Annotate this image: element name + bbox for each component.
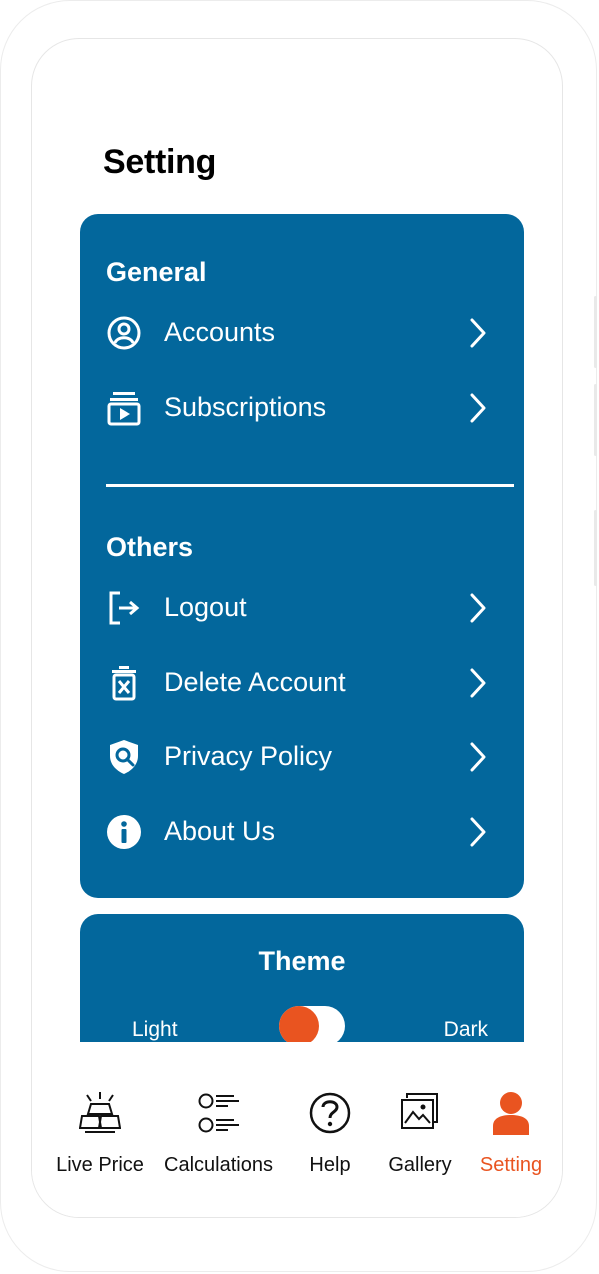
section-divider bbox=[106, 484, 514, 487]
user-circle-icon bbox=[107, 316, 141, 350]
settings-row-label: Delete Account bbox=[164, 667, 346, 697]
nav-item-live-price[interactable]: Live Price bbox=[55, 1042, 145, 1176]
trash-icon bbox=[112, 666, 136, 701]
nav-item-label: Help bbox=[309, 1154, 351, 1176]
list-icon bbox=[198, 1093, 239, 1133]
chevron-right-icon bbox=[470, 393, 486, 423]
settings-row-label: Logout bbox=[164, 592, 247, 622]
settings-row-logout[interactable]: Logout bbox=[106, 584, 498, 632]
chevron-right-icon bbox=[470, 668, 486, 698]
nav-item-calculations[interactable]: Calculations bbox=[164, 1042, 273, 1176]
chevron-right-icon bbox=[470, 593, 486, 623]
nav-item-help[interactable]: Help bbox=[300, 1042, 360, 1176]
theme-dark-label: Dark bbox=[443, 1018, 488, 1041]
settings-row-privacy-policy[interactable]: Privacy Policy bbox=[106, 733, 498, 781]
nav-item-gallery[interactable]: Gallery bbox=[388, 1042, 452, 1176]
chevron-right-icon bbox=[470, 817, 486, 847]
gallery-icon bbox=[401, 1093, 438, 1129]
settings-card: General Accounts Subscriptions Others Lo… bbox=[80, 214, 524, 898]
theme-light-label: Light bbox=[132, 1018, 178, 1041]
nav-item-label: Live Price bbox=[56, 1154, 144, 1176]
settings-row-label: Privacy Policy bbox=[164, 741, 333, 771]
subscriptions-icon bbox=[107, 392, 141, 426]
device-side-button bbox=[594, 384, 597, 456]
logout-icon bbox=[109, 591, 140, 625]
chevron-right-icon bbox=[470, 318, 486, 348]
settings-row-delete-account[interactable]: Delete Account bbox=[106, 659, 498, 707]
chevron-right-icon bbox=[470, 742, 486, 772]
info-icon bbox=[107, 815, 141, 849]
settings-row-label: Accounts bbox=[164, 317, 276, 347]
section-title-general: General bbox=[106, 257, 207, 287]
nav-item-label: Calculations bbox=[164, 1154, 273, 1176]
device-side-button bbox=[594, 510, 597, 586]
settings-row-label: Subscriptions bbox=[164, 392, 327, 422]
theme-title: Theme bbox=[258, 946, 346, 976]
person-icon bbox=[493, 1092, 529, 1135]
nav-item-label: Gallery bbox=[388, 1154, 452, 1176]
settings-row-accounts[interactable]: Accounts bbox=[106, 309, 498, 357]
nav-item-setting[interactable]: Setting bbox=[480, 1042, 542, 1176]
settings-row-label: About Us bbox=[164, 816, 276, 846]
nav-item-label: Setting bbox=[479, 1154, 543, 1176]
section-title-others: Others bbox=[106, 532, 194, 562]
bottom-nav: Live Price Calculations Help Gallery Set… bbox=[32, 1042, 562, 1217]
page-title: Setting bbox=[103, 143, 217, 181]
toggle-knob bbox=[279, 1006, 319, 1046]
shield-search-icon bbox=[110, 740, 138, 774]
settings-row-about-us[interactable]: About Us bbox=[106, 808, 498, 856]
theme-toggle[interactable] bbox=[279, 1006, 345, 1046]
phone-screen: Setting General Accounts Subscriptions O… bbox=[31, 38, 563, 1218]
question-icon bbox=[309, 1092, 351, 1134]
gold-bars-icon bbox=[79, 1092, 121, 1133]
settings-row-subscriptions[interactable]: Subscriptions bbox=[106, 384, 498, 432]
device-side-button bbox=[594, 296, 597, 368]
